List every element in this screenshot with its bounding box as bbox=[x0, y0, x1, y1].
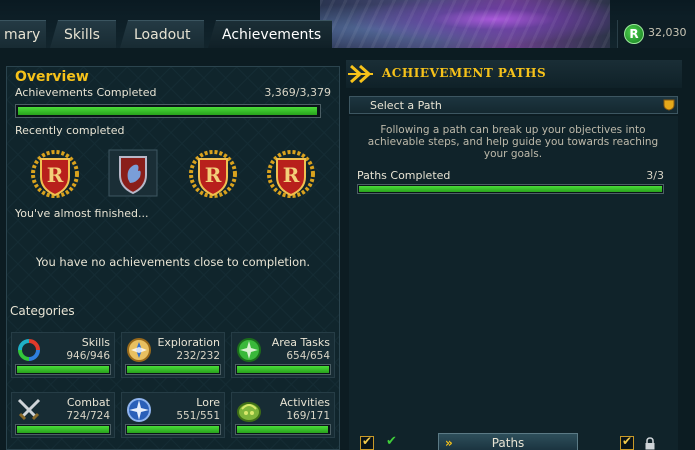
completed-check-icon: ✔ bbox=[386, 434, 397, 449]
categories-title: Categories bbox=[10, 304, 75, 318]
tab-label: Loadout bbox=[134, 27, 191, 43]
achievements-completed-label: Achievements Completed bbox=[15, 86, 157, 99]
tab-loadout[interactable]: Loadout bbox=[120, 20, 204, 48]
area-tasks-icon bbox=[237, 338, 261, 362]
category-name: Combat bbox=[66, 396, 110, 409]
category-name: Lore bbox=[196, 396, 220, 409]
achievement-paths-panel: ACHIEVEMENT PATHS Select a Path Followin… bbox=[346, 60, 682, 450]
category-count: 724/724 bbox=[66, 410, 110, 422]
category-count: 551/551 bbox=[176, 410, 220, 422]
select-path-dropdown[interactable]: Select a Path bbox=[349, 96, 678, 114]
category-count: 232/232 bbox=[176, 350, 220, 362]
tab-summary[interactable]: mary bbox=[0, 20, 46, 48]
dragon-shield-badge-icon[interactable] bbox=[108, 149, 158, 197]
svg-text:R: R bbox=[283, 163, 300, 187]
paths-description: Following a path can break up your objec… bbox=[367, 124, 659, 160]
category-progress-fill bbox=[17, 426, 109, 433]
svg-text:R: R bbox=[47, 163, 64, 187]
lore-star-icon bbox=[127, 398, 151, 422]
double-arrow-icon bbox=[348, 64, 373, 84]
overview-title: Overview bbox=[15, 69, 89, 85]
category-progress-fill bbox=[127, 366, 219, 373]
dropdown-shield-icon bbox=[663, 99, 675, 111]
paths-progress-bar bbox=[357, 184, 664, 194]
tab-label: mary bbox=[4, 27, 41, 43]
category-count: 946/946 bbox=[66, 350, 110, 362]
overview-panel: Overview Achievements Completed 3,369/3,… bbox=[6, 66, 340, 450]
banner-artwork bbox=[320, 0, 610, 48]
category-area-tasks[interactable]: Area Tasks 654/654 bbox=[231, 332, 335, 378]
tab-label: Achievements bbox=[222, 27, 322, 43]
svg-text:R: R bbox=[205, 163, 222, 187]
activities-icon bbox=[237, 402, 261, 422]
no-close-achievements-message: You have no achievements close to comple… bbox=[35, 255, 311, 269]
category-progress-bar bbox=[235, 424, 331, 435]
achievements-progress-bar bbox=[15, 104, 321, 118]
skills-ring-icon bbox=[18, 339, 40, 361]
category-progress-fill bbox=[237, 426, 328, 433]
runecoin-icon: R bbox=[624, 24, 644, 44]
category-activities[interactable]: Activities 169/171 bbox=[231, 392, 335, 438]
coin-amount: 32,030 bbox=[648, 26, 687, 39]
category-lore[interactable]: Lore 551/551 bbox=[121, 392, 225, 438]
almost-finished-label: You've almost finished... bbox=[15, 207, 149, 220]
category-progress-bar bbox=[235, 364, 331, 375]
category-progress-bar bbox=[15, 424, 111, 435]
category-progress-bar bbox=[125, 424, 221, 435]
achievements-completed-count: 3,369/3,379 bbox=[264, 86, 331, 99]
category-name: Area Tasks bbox=[271, 336, 330, 349]
category-combat[interactable]: Combat 724/724 bbox=[11, 392, 115, 438]
recently-completed-label: Recently completed bbox=[15, 124, 125, 137]
paths-completed-label: Paths Completed bbox=[357, 169, 451, 182]
top-bar: mary Skills Loadout Achievements R 32,03… bbox=[0, 0, 695, 48]
paths-content: Following a path can break up your objec… bbox=[349, 116, 678, 450]
crossed-swords-icon bbox=[17, 398, 41, 421]
paths-progress-fill bbox=[359, 186, 662, 192]
r-shield-badge-icon[interactable]: R bbox=[265, 147, 317, 199]
paths-completed-count: 3/3 bbox=[646, 169, 664, 182]
paths-header: ACHIEVEMENT PATHS bbox=[346, 60, 682, 88]
category-name: Skills bbox=[81, 336, 110, 349]
tab-label: Skills bbox=[64, 27, 100, 43]
lock-icon bbox=[645, 437, 655, 450]
category-exploration[interactable]: Exploration 232/232 bbox=[121, 332, 225, 378]
category-progress-fill bbox=[237, 366, 329, 373]
category-progress-bar bbox=[125, 364, 221, 375]
r-shield-badge-icon[interactable]: R bbox=[187, 147, 239, 199]
category-count: 654/654 bbox=[286, 350, 330, 362]
r-shield-badge-icon[interactable]: R bbox=[29, 147, 81, 199]
paths-button[interactable]: » Paths bbox=[438, 433, 578, 450]
paths-title: ACHIEVEMENT PATHS bbox=[382, 66, 547, 80]
category-name: Activities bbox=[279, 396, 330, 409]
category-skills[interactable]: Skills 946/946 bbox=[11, 332, 115, 378]
select-path-label: Select a Path bbox=[370, 99, 442, 112]
tab-skills[interactable]: Skills bbox=[50, 20, 116, 48]
tab-achievements[interactable]: Achievements bbox=[208, 20, 332, 48]
filter-checkbox-completed[interactable] bbox=[360, 434, 374, 450]
paths-button-label: Paths bbox=[491, 436, 525, 450]
category-progress-bar bbox=[15, 364, 111, 375]
category-progress-fill bbox=[17, 366, 109, 373]
compass-icon bbox=[127, 338, 151, 362]
filter-checkbox-locked[interactable] bbox=[620, 434, 634, 450]
category-name: Exploration bbox=[157, 336, 220, 349]
achievements-progress-fill bbox=[18, 107, 318, 115]
coin-counter[interactable]: R 32,030 bbox=[617, 20, 695, 48]
category-progress-fill bbox=[127, 426, 219, 433]
category-count: 169/171 bbox=[286, 410, 330, 422]
